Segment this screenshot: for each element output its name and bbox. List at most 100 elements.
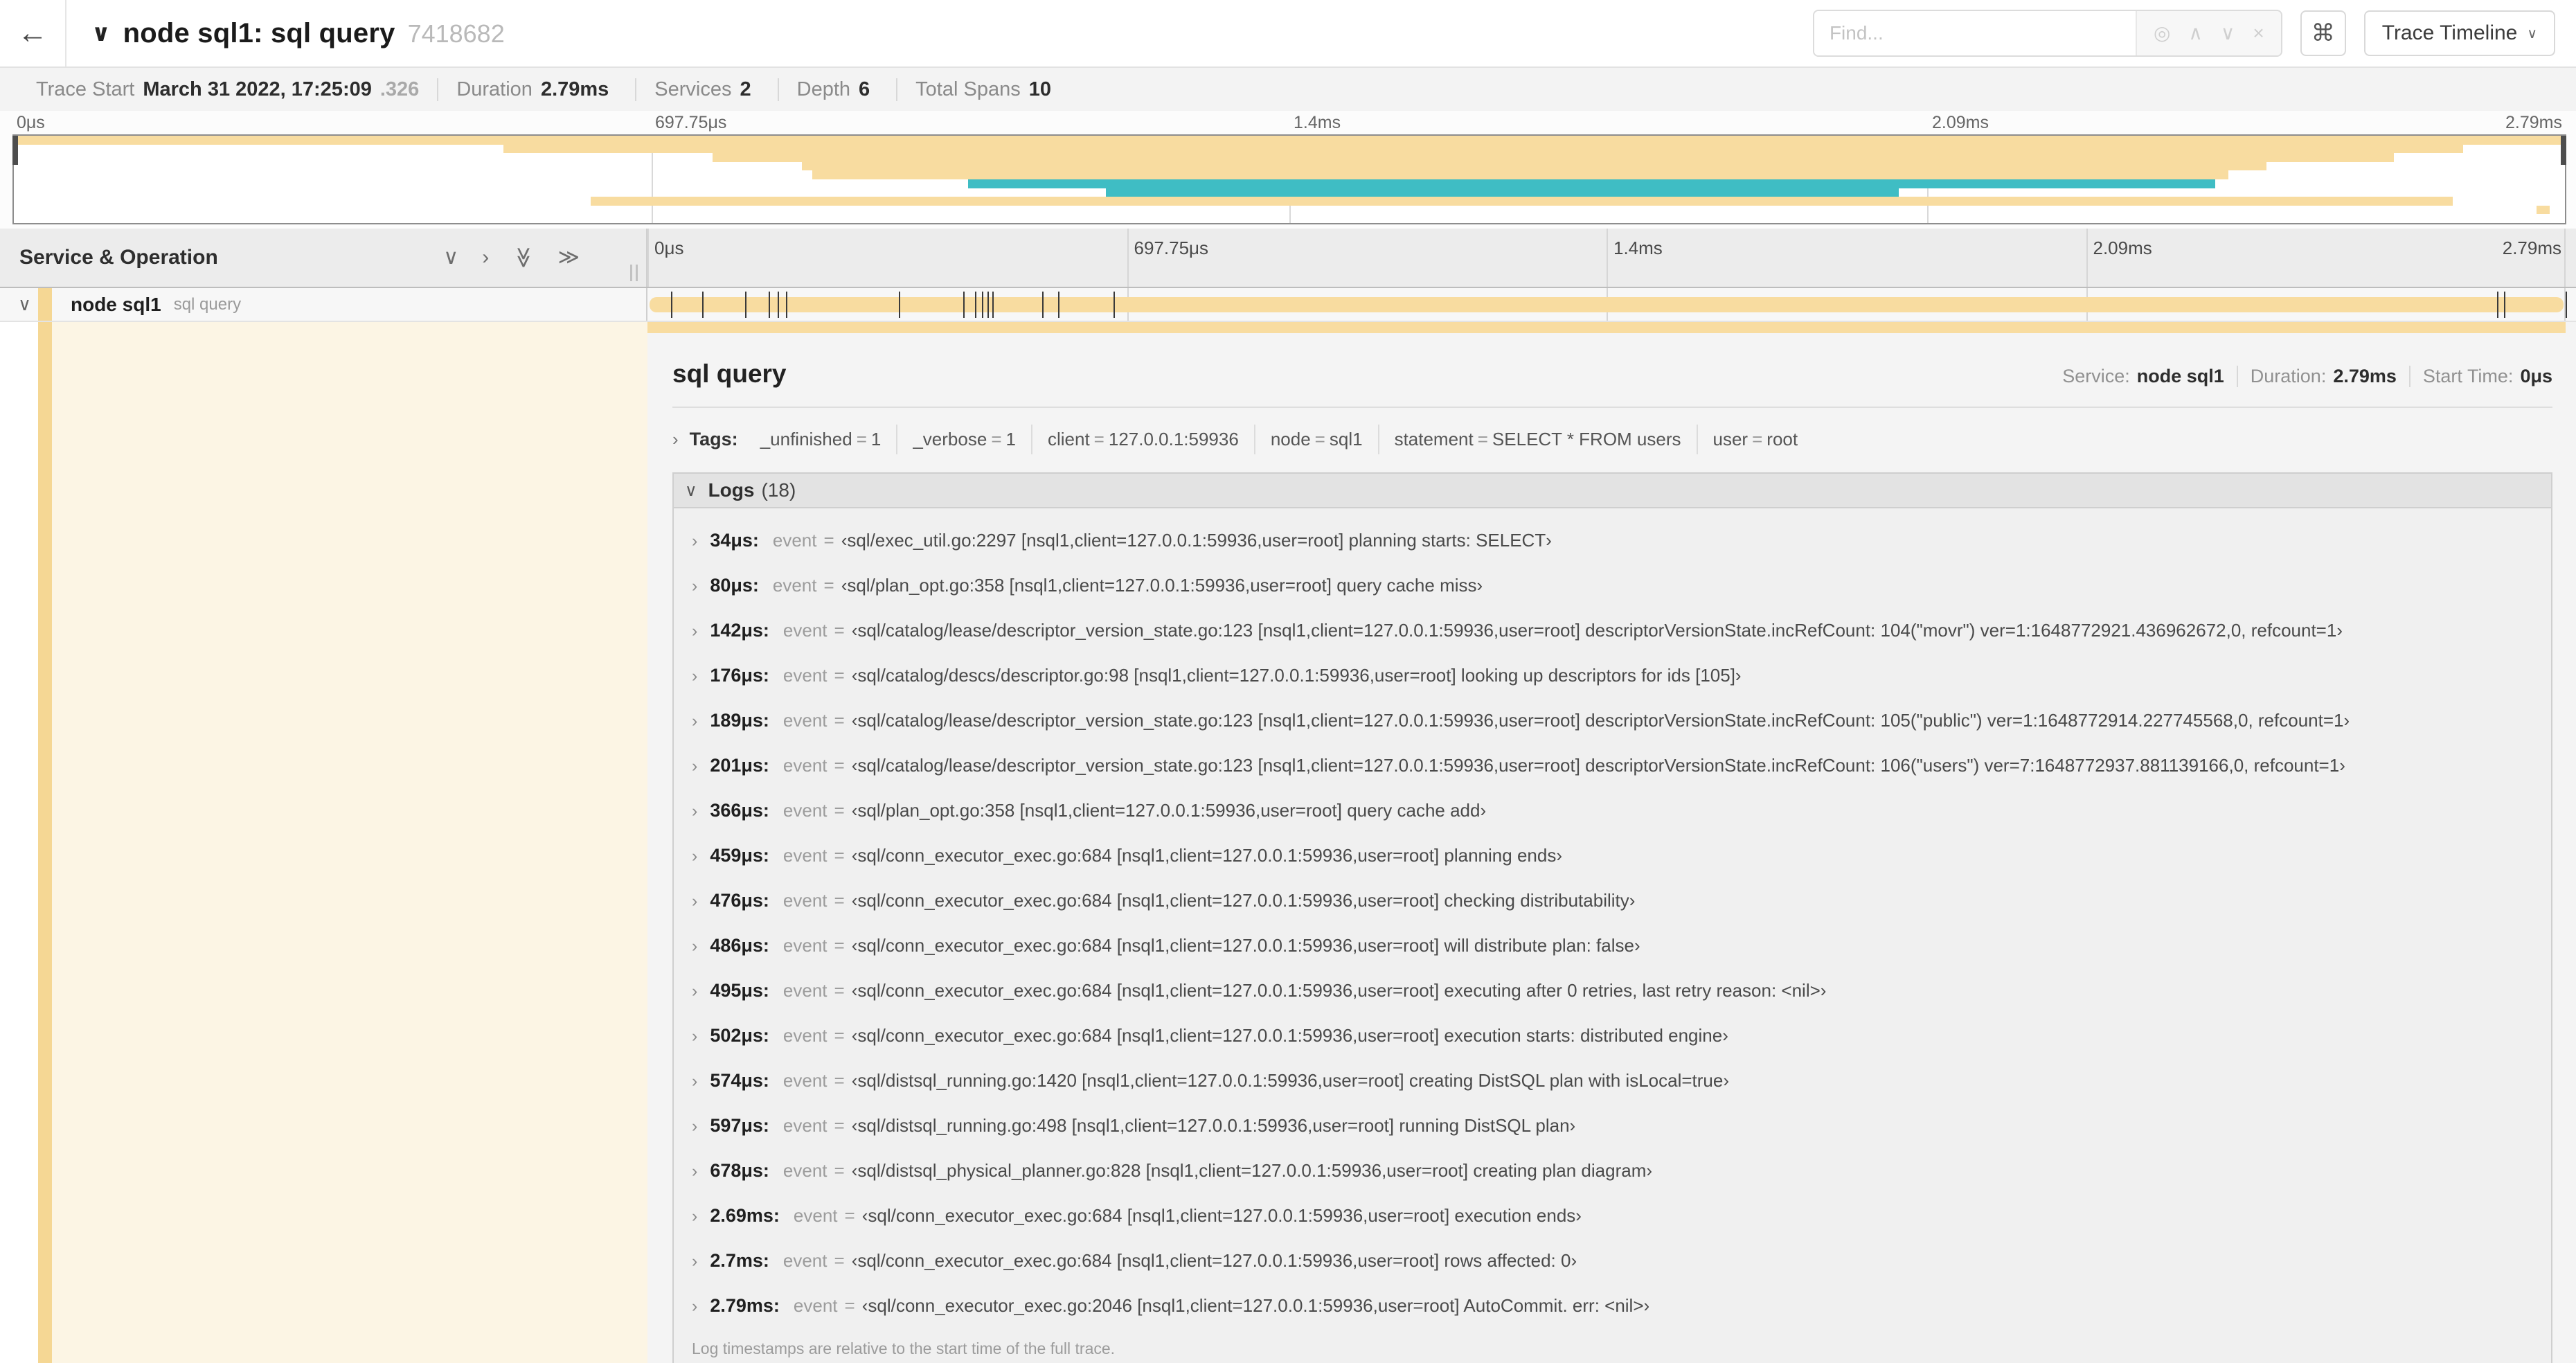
span-color-accent [38,288,52,321]
log-timestamp: 2.7ms: [710,1250,769,1271]
log-row[interactable]: › 34μs: event = ‹sql/exec_util.go:2297 [… [674,518,2551,563]
span-duration-bar[interactable] [650,296,2564,312]
expand-all-icon[interactable]: ≫ [558,247,580,268]
log-timestamp: 2.79ms: [710,1295,780,1316]
log-field-key: event [782,980,828,1001]
logs-header[interactable]: ∨ Logs (18) [674,474,2551,508]
chevron-right-icon: › [692,576,698,596]
back-button[interactable]: ← [0,0,66,66]
log-row[interactable]: › 2.79ms: event = ‹sql/conn_executor_exe… [674,1283,2551,1328]
log-row[interactable]: › 476μs: event = ‹sql/conn_executor_exec… [674,878,2551,923]
log-field-key: event [782,890,828,911]
collapse-trace-icon[interactable]: ∨ [91,19,111,47]
log-row[interactable]: › 502μs: event = ‹sql/conn_executor_exec… [674,1013,2551,1058]
log-row[interactable]: › 142μs: event = ‹sql/catalog/lease/desc… [674,608,2551,653]
log-field-key: event [782,620,828,641]
minimap-right-scrubber[interactable] [2561,136,2566,165]
chevron-down-icon[interactable]: ∨ [18,294,39,315]
clear-find-icon[interactable]: × [2253,24,2264,43]
log-tick [1057,291,1059,318]
log-row[interactable]: › 486μs: event = ‹sql/conn_executor_exec… [674,923,2551,968]
log-field-value: ‹sql/distsql_running.go:498 [nsql1,clien… [851,1115,1576,1136]
expand-one-icon[interactable]: › [482,247,489,268]
chevron-right-icon: › [692,1161,698,1181]
next-result-icon[interactable]: ∨ [2221,24,2235,43]
minimap-left-scrubber[interactable] [12,136,18,165]
keyboard-shortcuts-button[interactable]: ⌘ [2300,10,2346,56]
ruler-tick-label: 2.79ms [2502,238,2561,258]
log-equals: = [834,1250,845,1271]
meta-label: Duration: [2250,366,2327,386]
collapse-one-icon[interactable]: ∨ [443,247,458,268]
ruler-gridline [1127,229,1129,287]
tag-value: 1 [870,429,882,449]
log-row[interactable]: › 189μs: event = ‹sql/catalog/lease/desc… [674,698,2551,743]
meta-label: Start Time: [2422,366,2514,386]
log-row[interactable]: › 459μs: event = ‹sql/conn_executor_exec… [674,833,2551,878]
timeline-header-row: Service & Operation ∨ › ≫ ≫ 0μs 697.75μs 1… [0,229,2576,288]
chevron-right-icon: › [692,531,698,551]
summary-label: Total Spans [915,78,1021,100]
log-timestamp: 2.69ms: [710,1205,780,1226]
log-row[interactable]: › 2.7ms: event = ‹sql/conn_executor_exec… [674,1238,2551,1283]
log-field-value: ‹sql/catalog/lease/descriptor_version_st… [851,620,2343,641]
span-meta-item: Start Time: 0μs [2408,366,2552,387]
span-detail-row: sql query Service: node sql1 Duration: 2… [0,322,2576,1363]
minimap-span-bar [1105,188,1899,197]
span-detail-left-column [0,322,647,1363]
title-group: ∨ node sql1: sql query 7418682 [91,18,1813,49]
log-field-value: ‹sql/conn_executor_exec.go:684 [nsql1,cl… [851,980,1827,1001]
tag-key: user [1712,429,1748,449]
chevron-right-icon[interactable]: › [672,429,679,450]
log-row[interactable]: › 80μs: event = ‹sql/plan_opt.go:358 [ns… [674,563,2551,608]
chevron-right-icon: › [692,1026,698,1046]
ruler-tick-label: 0μs [654,238,684,258]
span-row-timeline-cell[interactable] [647,288,2567,321]
log-timestamp: 486μs: [710,935,769,956]
minimap-time-labels: 0μs 697.75μs 1.4ms 2.09ms 2.79ms [12,111,2566,133]
locate-icon[interactable]: ◎ [2154,24,2170,43]
chevron-right-icon: › [692,1071,698,1091]
log-field-key: event [782,665,828,686]
span-row-name-cell[interactable]: ∨ node sql1 sql query [0,288,647,321]
log-row[interactable]: › 597μs: event = ‹sql/distsql_running.go… [674,1103,2551,1148]
chevron-down-icon: ∨ [685,481,697,500]
log-row[interactable]: › 2.69ms: event = ‹sql/conn_executor_exe… [674,1193,2551,1238]
timeline-ruler: 0μs 697.75μs 1.4ms 2.09ms 2.79ms [647,229,2566,287]
tag-key: _verbose [913,429,987,449]
log-equals: = [834,1160,845,1181]
prev-result-icon[interactable]: ∧ [2188,24,2203,43]
log-timestamp: 678μs: [710,1160,769,1181]
log-field-key: event [782,1250,828,1271]
minimap-canvas[interactable] [12,134,2566,224]
chevron-right-icon: › [692,1251,698,1271]
log-equals: = [834,755,845,776]
column-resizer-handle[interactable] [630,265,638,281]
summary-value: 2.79ms [540,78,609,100]
log-row[interactable]: › 495μs: event = ‹sql/conn_executor_exec… [674,968,2551,1013]
log-row[interactable]: › 176μs: event = ‹sql/catalog/descs/desc… [674,653,2551,698]
log-tick [992,291,994,318]
summary-value-fraction: .326 [379,78,420,100]
log-field-value: ‹sql/plan_opt.go:358 [nsql1,client=127.0… [841,575,1483,596]
log-row[interactable]: › 574μs: event = ‹sql/distsql_running.go… [674,1058,2551,1103]
log-equals: = [823,530,834,551]
find-input[interactable] [1814,11,2136,55]
tags-row[interactable]: › Tags: _unfinished = 1 _verbose = 1 client = 12… [672,425,2552,454]
log-equals: = [823,575,834,596]
log-row[interactable]: › 201μs: event = ‹sql/catalog/lease/desc… [674,743,2551,788]
span-duration-bar-detail [647,322,2566,333]
span-row-node-sql1[interactable]: ∨ node sql1 sql query [0,288,2576,322]
span-meta-item: Duration: 2.79ms [2236,366,2409,387]
ruler-gridline [2086,229,2088,287]
jaeger-trace-timeline-page: ← ∨ node sql1: sql query 7418682 ◎ ∧ ∨ ×… [0,0,2576,1363]
span-service-name: node sql1 [71,293,161,315]
log-tick [981,291,983,318]
tag-value: 1 [1005,429,1016,449]
collapse-all-icon[interactable]: ≫ [512,247,535,268]
trace-summary-item: Trace Start March 31 2022, 17:25:09 .326 [18,78,437,101]
log-row[interactable]: › 678μs: event = ‹sql/distsql_physical_p… [674,1148,2551,1193]
chevron-right-icon: › [692,801,698,821]
log-row[interactable]: › 366μs: event = ‹sql/plan_opt.go:358 [n… [674,788,2551,833]
view-selector-button[interactable]: Trace Timeline ∨ [2363,10,2555,56]
